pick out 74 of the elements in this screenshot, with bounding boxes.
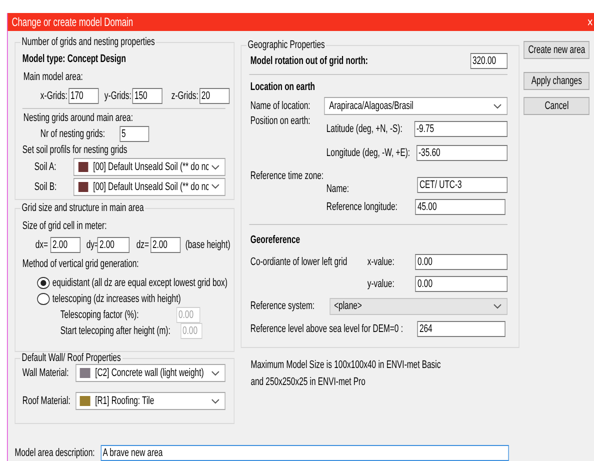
input-field[interactable]: -9.75 — [414, 121, 508, 137]
field-label: Reference time zone: — [250, 170, 325, 182]
group-title: Geographic Properties — [246, 39, 326, 52]
input-field[interactable]: 0.00 — [415, 276, 508, 292]
chevron-down-icon — [212, 398, 220, 404]
section-label: Size of grid cell in meter: — [22, 220, 107, 232]
field-label: y-Grids: — [104, 90, 132, 102]
field-label: Telescoping factor (%): — [60, 309, 140, 321]
field-label: Wall Material: — [22, 367, 70, 379]
section-label: Nesting grids around main area: — [23, 112, 133, 124]
section-heading: Location on earth — [250, 81, 315, 93]
input-field[interactable]: -35.60 — [416, 145, 508, 161]
dialog-button[interactable]: Create new area — [524, 41, 590, 59]
field-label: Model area description: — [14, 447, 96, 459]
input-field[interactable]: 2.00 — [150, 237, 180, 253]
input-field[interactable]: 2.00 — [50, 237, 80, 253]
input-field[interactable]: 150 — [132, 88, 162, 104]
field-label: Name of location: — [250, 100, 312, 112]
input-field[interactable]: 5 — [119, 126, 150, 142]
window-title: Change or create model Domain — [12, 15, 134, 29]
model-type-label: Model type: Concept Design — [22, 52, 126, 64]
group-title: Default Wall/ Roof Properties — [20, 352, 122, 365]
close-icon[interactable]: × — [587, 15, 593, 29]
dialog-button[interactable]: Cancel — [524, 97, 590, 115]
input-field[interactable]: 2.00 — [97, 237, 130, 253]
field-label: Longitude (deg, -W, +E): — [326, 147, 412, 159]
field-label: dz= — [136, 239, 150, 251]
info-text: Maximum Model Size is 100x100x40 in ENVI-met Basic — [250, 358, 442, 373]
field-label: Co-ordiante of lower left grid — [250, 256, 348, 268]
section-heading: Georeference — [250, 234, 300, 246]
field-label: Position on earth: — [250, 115, 312, 127]
group-title: Grid size and structure in main area — [20, 202, 145, 215]
chevron-down-icon — [212, 184, 220, 189]
dropdown[interactable]: [R1] Roofing: Tile — [75, 392, 226, 410]
info-text: and 250x250x25 in ENVI-met Pro — [250, 375, 366, 390]
field-label: x-Grids: — [39, 90, 68, 102]
field-label: dx= — [35, 239, 50, 251]
chevron-down-icon — [212, 370, 220, 376]
input-field[interactable]: A brave new area — [100, 445, 509, 461]
field-label: z-Grids: — [170, 90, 198, 102]
group-title: Number of grids and nesting properties — [20, 36, 156, 49]
rotation-label: Model rotation out of grid north: — [250, 55, 369, 67]
dropdown[interactable]: [C2] Concrete wall (light weight) — [75, 364, 226, 382]
field-label: Latitude (deg, +N, -S): — [326, 123, 404, 135]
section-label: Set soil profils for nesting grids — [22, 144, 128, 156]
dialog-button[interactable]: Apply changes — [524, 72, 590, 90]
section-label: Main model area: — [23, 71, 83, 83]
input-field[interactable]: 170 — [68, 88, 98, 104]
dropdown[interactable]: Arapiraca/Alagoas/Brasil — [324, 97, 508, 115]
field-label: Start telecoping after height (m): — [60, 324, 172, 336]
field-label: Nr of nesting grids: — [40, 128, 106, 140]
section-label: Method of vertical grid generation: — [22, 258, 139, 270]
input-field[interactable]: 45.00 — [415, 199, 506, 215]
field-label: Reference longitude: — [326, 201, 398, 213]
field-label: Reference level above sea level for DEM=0 : — [250, 323, 404, 335]
chevron-down-icon — [212, 164, 220, 170]
field-label: Roof Material: — [22, 395, 72, 407]
field-label: Soil B: — [34, 180, 58, 192]
input-field[interactable]: 320.00 — [470, 53, 508, 69]
input-field[interactable]: CET/ UTC-3 — [417, 177, 508, 193]
field-label: Soil A: — [34, 161, 58, 173]
chevron-down-icon — [494, 104, 502, 108]
field-label: Name: — [326, 183, 350, 195]
radio-option[interactable]: equidistant (all dz are equal except lowest grid box) — [37, 277, 228, 289]
chevron-down-icon — [494, 304, 502, 308]
field-label: x-value: — [367, 256, 396, 268]
field-label: y-value: — [367, 278, 396, 290]
field-label: Reference system: — [250, 300, 316, 312]
unit-label: (base height) — [185, 239, 230, 251]
input-field[interactable]: 264 — [417, 321, 506, 337]
dropdown[interactable]: <plane> — [329, 298, 508, 314]
radio-option[interactable]: telescoping (dz increases with height) — [37, 293, 181, 305]
input-field[interactable]: 0.00 — [415, 254, 508, 270]
input-field[interactable]: 20 — [199, 88, 230, 104]
